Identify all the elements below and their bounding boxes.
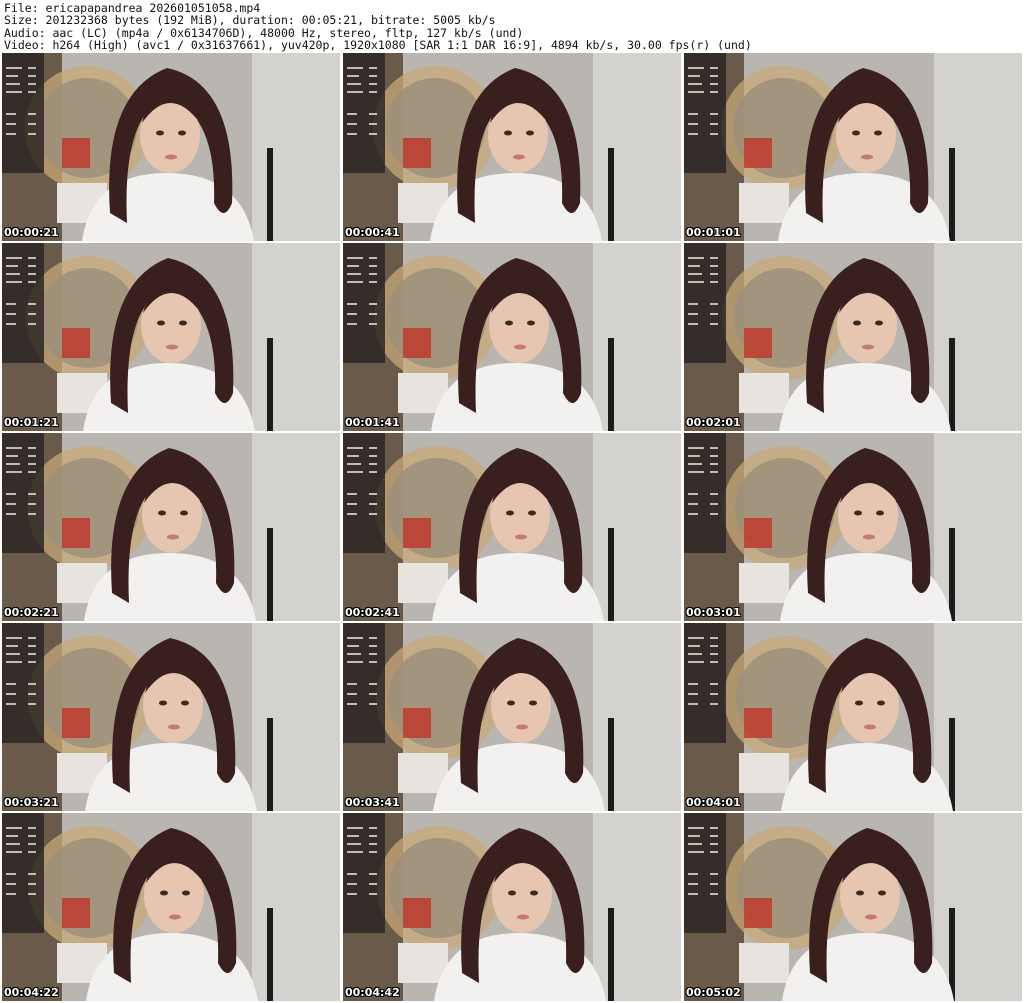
file-info-header: File: ericapapandrea_202601051058.mp4 Si… <box>4 2 1020 52</box>
video-frame-thumbnail: 00:04:42 <box>343 813 681 1001</box>
video-frame-thumbnail: 00:00:41 <box>343 53 681 241</box>
video-frame-thumbnail: 00:03:41 <box>343 623 681 811</box>
video-info-line: Video: h264 (High) (avc1 / 0x31637661), … <box>4 39 752 52</box>
frame-timestamp: 00:02:21 <box>4 606 59 619</box>
video-frame-thumbnail: 00:00:21 <box>2 53 340 241</box>
frame-timestamp: 00:03:21 <box>4 796 59 809</box>
video-frame-thumbnail: 00:03:21 <box>2 623 340 811</box>
frame-timestamp: 00:02:41 <box>345 606 400 619</box>
frame-timestamp: 00:04:42 <box>345 986 400 999</box>
thumbnail-grid: 00:00:21 00:00:41 00:01:01 00:01:21 00:0… <box>2 53 1022 1003</box>
audio-info-line: Audio: aac (LC) (mp4a / 0x6134706D), 480… <box>4 26 524 40</box>
video-frame-thumbnail: 00:02:21 <box>2 433 340 621</box>
video-frame-thumbnail: 00:01:21 <box>2 243 340 431</box>
frame-timestamp: 00:05:02 <box>686 986 741 999</box>
video-frame-thumbnail: 00:04:22 <box>2 813 340 1001</box>
video-frame-thumbnail: 00:01:41 <box>343 243 681 431</box>
frame-timestamp: 00:01:41 <box>345 416 400 429</box>
video-frame-thumbnail: 00:03:01 <box>684 433 1022 621</box>
video-frame-thumbnail: 00:04:01 <box>684 623 1022 811</box>
frame-timestamp: 00:02:01 <box>686 416 741 429</box>
frame-timestamp: 00:04:22 <box>4 986 59 999</box>
frame-timestamp: 00:01:01 <box>686 226 741 239</box>
frame-timestamp: 00:04:01 <box>686 796 741 809</box>
video-frame-thumbnail: 00:02:41 <box>343 433 681 621</box>
video-frame-thumbnail: 00:02:01 <box>684 243 1022 431</box>
file-name-line: File: ericapapandrea_202601051058.mp4 <box>4 2 261 15</box>
frame-timestamp: 00:03:41 <box>345 796 400 809</box>
file-size-line: Size: 201232368 bytes (192 MiB), duratio… <box>4 14 496 27</box>
video-frame-thumbnail: 00:01:01 <box>684 53 1022 241</box>
frame-timestamp: 00:00:41 <box>345 226 400 239</box>
video-frame-thumbnail: 00:05:02 <box>684 813 1022 1001</box>
frame-timestamp: 00:01:21 <box>4 416 59 429</box>
frame-timestamp: 00:00:21 <box>4 226 59 239</box>
frame-timestamp: 00:03:01 <box>686 606 741 619</box>
